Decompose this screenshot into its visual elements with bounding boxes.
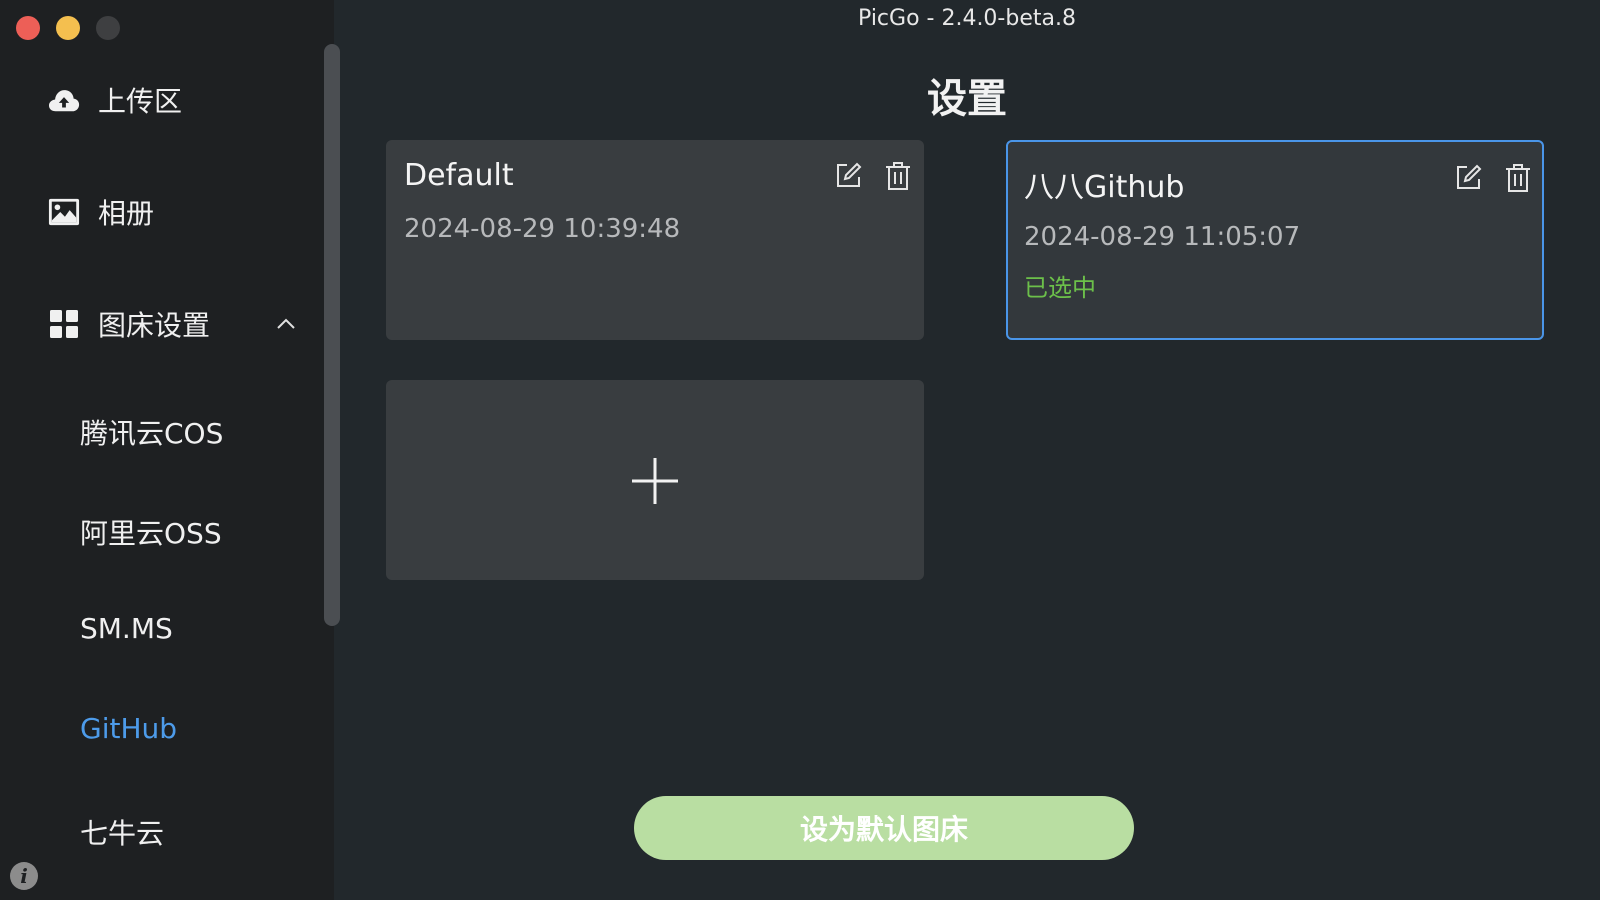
picgo-window: 上传区 相册 图床设置 腾讯云COS 阿里云OSS SM.MS GitHub 七… — [0, 0, 1600, 900]
sidebar-item-album[interactable]: 相册 — [48, 192, 154, 232]
sidebar-item-upload[interactable]: 上传区 — [48, 80, 182, 120]
sidebar-item-smms[interactable]: SM.MS — [80, 612, 173, 645]
edit-icon[interactable] — [832, 160, 864, 192]
set-default-picbed-button[interactable]: 设为默认图床 — [634, 796, 1134, 860]
grid-icon — [48, 308, 80, 340]
trash-icon[interactable] — [882, 160, 914, 192]
close-window-button[interactable] — [16, 16, 40, 40]
sidebar-item-picbed-settings[interactable]: 图床设置 — [48, 304, 210, 344]
config-date: 2024-08-29 11:05:07 — [1024, 222, 1301, 252]
image-icon — [48, 196, 80, 228]
add-config-card[interactable] — [386, 380, 924, 580]
edit-icon[interactable] — [1452, 162, 1484, 194]
sidebar-item-label: 上传区 — [98, 85, 183, 118]
selected-status-label: 已选中 — [1024, 274, 1096, 302]
sidebar-item-qiniu[interactable]: 七牛云 — [80, 812, 164, 852]
window-title: PicGo - 2.4.0-beta.8 — [858, 6, 1076, 31]
info-icon[interactable]: i — [10, 862, 38, 890]
sidebar-item-label: 相册 — [98, 197, 155, 230]
sidebar-scrollbar[interactable] — [324, 44, 340, 626]
config-name: 八八Github — [1024, 170, 1185, 205]
config-date: 2024-08-29 10:39:48 — [404, 214, 681, 244]
maximize-window-button[interactable] — [96, 16, 120, 40]
plus-icon — [632, 458, 678, 504]
config-card-default[interactable]: Default 2024-08-29 10:39:48 — [386, 140, 924, 340]
config-card-selected[interactable]: 八八Github 2024-08-29 11:05:07 已选中 — [1006, 140, 1544, 340]
minimize-window-button[interactable] — [56, 16, 80, 40]
page-title: 设置 — [927, 76, 1007, 122]
sidebar-item-aliyun-oss[interactable]: 阿里云OSS — [80, 512, 222, 552]
config-name: Default — [404, 158, 514, 193]
chevron-up-icon[interactable] — [274, 312, 298, 336]
sidebar: 上传区 相册 图床设置 腾讯云COS 阿里云OSS SM.MS GitHub 七… — [0, 0, 334, 900]
trash-icon[interactable] — [1502, 162, 1534, 194]
sidebar-item-label: 图床设置 — [98, 309, 211, 342]
sidebar-item-tencent-cos[interactable]: 腾讯云COS — [80, 412, 223, 452]
sidebar-item-github[interactable]: GitHub — [80, 712, 177, 745]
cloud-upload-icon — [48, 84, 80, 116]
